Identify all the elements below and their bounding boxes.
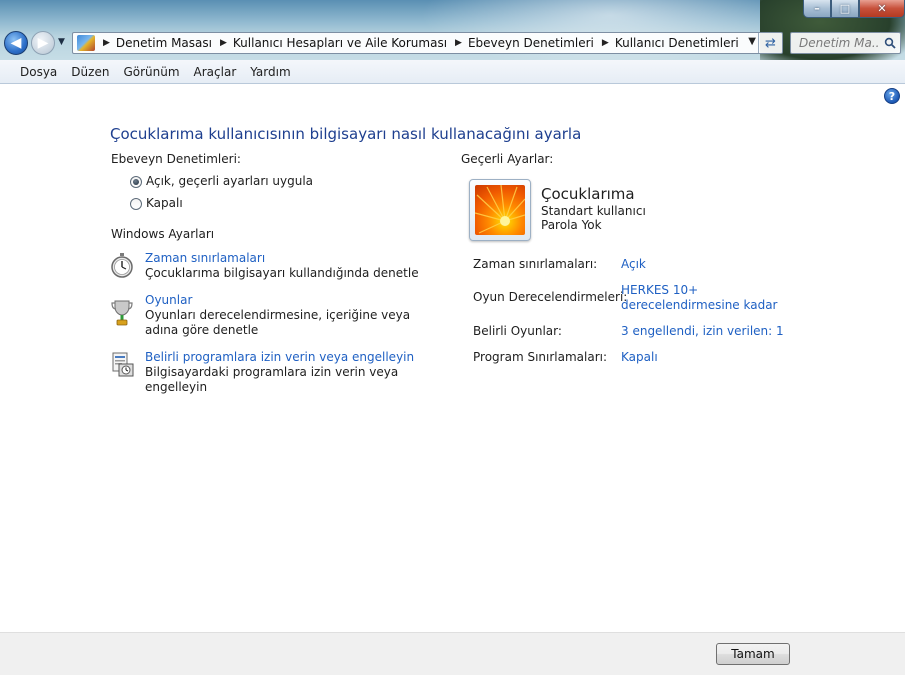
content-pane — [0, 85, 905, 632]
program-restrictions-icon — [112, 352, 134, 377]
breadcrumb-parental-controls[interactable]: Ebeveyn Denetimleri — [468, 36, 594, 50]
parental-controls-label: Ebeveyn Denetimleri: — [111, 152, 241, 166]
menu-file[interactable]: Dosya — [13, 65, 64, 79]
password-status: Parola Yok — [541, 218, 602, 232]
search-box[interactable] — [790, 32, 901, 54]
menu-edit[interactable]: Düzen — [64, 65, 116, 79]
menu-view[interactable]: Görünüm — [116, 65, 186, 79]
maximize-button[interactable]: □ — [831, 0, 859, 18]
breadcrumb-user-accounts[interactable]: Kullanıcı Hesapları ve Aile Koruması — [233, 36, 447, 50]
forward-button[interactable]: ▶ — [31, 31, 55, 55]
search-icon[interactable] — [884, 37, 896, 49]
back-button[interactable]: ◀ — [4, 31, 28, 55]
address-bar[interactable]: ▶ Denetim Masası ▶ Kullanıcı Hesapları v… — [72, 32, 783, 54]
games-link[interactable]: Oyunlar — [145, 293, 192, 307]
specific-games-value[interactable]: 3 engellendi, izin verilen: 1 — [621, 324, 784, 338]
current-settings-label: Geçerli Ayarlar: — [461, 152, 554, 166]
radio-on[interactable] — [130, 176, 142, 188]
ok-button[interactable]: Tamam — [716, 643, 790, 665]
radio-off-label[interactable]: Kapalı — [146, 196, 183, 210]
chevron-right-icon[interactable]: ▶ — [602, 38, 609, 48]
account-type: Standart kullanıcı — [541, 204, 646, 218]
time-limits-value[interactable]: Açık — [621, 257, 646, 271]
game-ratings-key: Oyun Derecelendirmeleri: — [473, 290, 628, 304]
time-limits-link[interactable]: Zaman sınırlamaları — [145, 251, 265, 265]
radio-off[interactable] — [130, 198, 142, 210]
chevron-right-icon[interactable]: ▶ — [455, 38, 462, 48]
arrow-left-icon: ◀ — [10, 35, 22, 51]
user-picture — [475, 185, 525, 235]
control-panel-icon — [77, 35, 95, 51]
program-limits-key: Program Sınırlamaları: — [473, 350, 607, 364]
close-button[interactable]: ✕ — [859, 0, 905, 18]
radio-on-label[interactable]: Açık, geçerli ayarları uygula — [146, 174, 313, 188]
windows-settings-label: Windows Ayarları — [111, 227, 215, 241]
menu-help[interactable]: Yardım — [243, 65, 297, 79]
chevron-right-icon[interactable]: ▶ — [220, 38, 227, 48]
program-restrictions-description: Bilgisayardaki programlara izin verin ve… — [145, 365, 399, 394]
trophy-icon — [111, 300, 133, 326]
chevron-right-icon[interactable]: ▶ — [103, 38, 110, 48]
flower-icon — [475, 185, 525, 234]
menu-bar: Dosya Düzen Görünüm Araçlar Yardım — [0, 60, 905, 84]
help-icon[interactable]: ? — [884, 88, 900, 104]
stopwatch-icon — [111, 253, 133, 278]
title-bar: – □ ✕ ◀ ▶ ▼ ▶ Denetim Masası ▶ Kullanıcı… — [0, 0, 905, 60]
recent-pages-dropdown[interactable]: ▼ — [58, 37, 65, 47]
refresh-icon: ⇄ — [765, 35, 776, 51]
time-limits-description: Çocuklarıma bilgisayarı kullandığında de… — [145, 266, 419, 280]
game-ratings-value-line2[interactable]: derecelendirmesine kadar — [621, 298, 778, 312]
program-restrictions-link[interactable]: Belirli programlara izin verin veya enge… — [145, 350, 414, 364]
user-picture-frame — [469, 179, 531, 241]
games-description: Oyunları derecelendirmesine, içeriğine v… — [145, 308, 411, 337]
user-name: Çocuklarıma — [541, 185, 635, 203]
window-controls: – □ ✕ — [803, 0, 905, 18]
time-limits-key: Zaman sınırlamaları: — [473, 257, 598, 271]
address-dropdown-icon[interactable]: ▼ — [748, 36, 756, 47]
menu-tools[interactable]: Araçlar — [187, 65, 244, 79]
search-input[interactable] — [797, 35, 881, 51]
refresh-button[interactable]: ⇄ — [758, 33, 782, 53]
breadcrumb-user-controls[interactable]: Kullanıcı Denetimleri — [615, 36, 739, 50]
breadcrumb-control-panel[interactable]: Denetim Masası — [116, 36, 212, 50]
minimize-button[interactable]: – — [803, 0, 831, 18]
program-limits-value[interactable]: Kapalı — [621, 350, 658, 364]
arrow-right-icon: ▶ — [37, 35, 49, 51]
page-title: Çocuklarıma kullanıcısının bilgisayarı n… — [110, 125, 582, 143]
game-ratings-value-line1[interactable]: HERKES 10+ — [621, 283, 698, 297]
specific-games-key: Belirli Oyunlar: — [473, 324, 562, 338]
